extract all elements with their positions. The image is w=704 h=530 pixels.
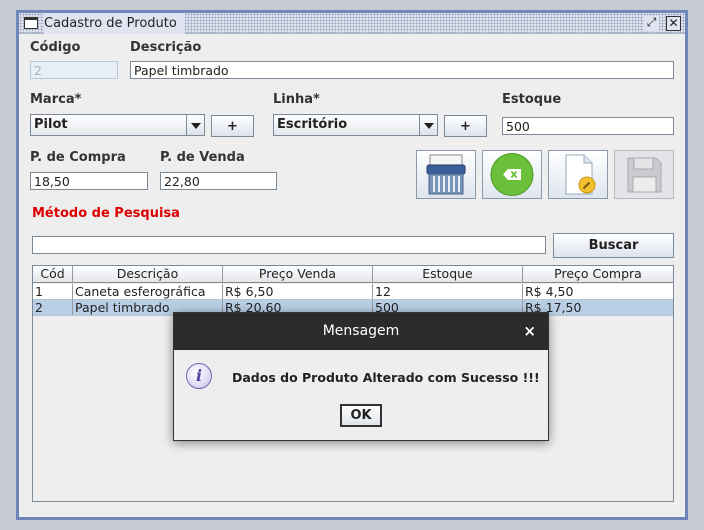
clear-icon <box>490 153 534 196</box>
save-icon <box>627 157 662 193</box>
estoque-label: Estoque <box>502 92 562 107</box>
dialog-title: Mensagem <box>322 323 400 339</box>
maximize-icon[interactable]: ⤢ <box>644 16 659 31</box>
table-cell: 2 <box>33 300 73 315</box>
title-bar[interactable]: Cadastro de Produto ⤢ ✕ <box>19 13 685 34</box>
table-cell: Caneta esferográfica <box>73 284 223 299</box>
dialog-message: Dados do Produto Alterado com Sucesso !!… <box>232 370 540 385</box>
table-cell: R$ 6,50 <box>223 284 373 299</box>
column-header[interactable]: Preço Venda <box>223 266 373 282</box>
save-button[interactable] <box>614 150 674 199</box>
search-method-label: Método de Pesquisa <box>32 206 180 221</box>
marca-combo[interactable]: Pilot <box>30 114 205 136</box>
table-cell: 1 <box>33 284 73 299</box>
p-venda-field[interactable] <box>160 172 277 190</box>
dialog-title-bar[interactable]: Mensagem × <box>174 313 548 350</box>
estoque-field[interactable] <box>502 117 674 135</box>
p-venda-label: P. de Venda <box>160 150 245 165</box>
chevron-down-icon[interactable] <box>186 115 204 135</box>
descricao-field[interactable] <box>130 61 674 79</box>
table-cell: R$ 4,50 <box>525 284 574 299</box>
column-header[interactable]: Estoque <box>373 266 523 282</box>
ok-button[interactable]: OK <box>340 404 382 427</box>
edit-button[interactable] <box>548 150 608 199</box>
marca-label: Marca* <box>30 92 82 107</box>
shredder-icon <box>426 154 466 195</box>
descricao-label: Descrição <box>130 40 202 55</box>
table-row[interactable]: 1 Caneta esferográfica R$ 6,50 12 R$ 4,5… <box>33 284 673 300</box>
codigo-label: Código <box>30 40 81 55</box>
linha-label: Linha* <box>273 92 320 107</box>
codigo-field <box>30 61 118 79</box>
info-icon: i <box>186 363 212 389</box>
column-header[interactable]: Descrição <box>73 266 223 282</box>
message-dialog: Mensagem × i Dados do Produto Alterado c… <box>173 312 549 441</box>
p-compra-label: P. de Compra <box>30 150 126 165</box>
column-header[interactable]: Cód <box>33 266 73 282</box>
window-title: Cadastro de Produto <box>44 13 185 34</box>
product-window: Cadastro de Produto ⤢ ✕ Código Descrição… <box>16 10 688 520</box>
marca-value: Pilot <box>34 117 68 132</box>
chevron-down-icon[interactable] <box>419 115 437 135</box>
column-header[interactable]: Preço Compra <box>523 266 673 282</box>
search-input[interactable] <box>32 236 546 254</box>
p-compra-field[interactable] <box>30 172 148 190</box>
window-icon <box>24 17 38 29</box>
table-cell: 12 <box>373 284 523 299</box>
linha-value: Escritório <box>277 117 348 132</box>
add-marca-button[interactable]: + <box>211 115 254 137</box>
search-button[interactable]: Buscar <box>553 233 674 258</box>
close-icon[interactable]: ✕ <box>666 16 681 31</box>
close-icon[interactable]: × <box>523 313 536 350</box>
add-linha-button[interactable]: + <box>444 115 487 137</box>
table-header: Cód Descrição Preço Venda Estoque Preço … <box>33 266 673 283</box>
clear-button[interactable] <box>482 150 542 199</box>
edit-document-icon <box>565 154 596 195</box>
linha-combo[interactable]: Escritório <box>273 114 438 136</box>
delete-button[interactable] <box>416 150 476 199</box>
window-content: Cadastro de Produto ⤢ ✕ Código Descrição… <box>19 13 685 517</box>
